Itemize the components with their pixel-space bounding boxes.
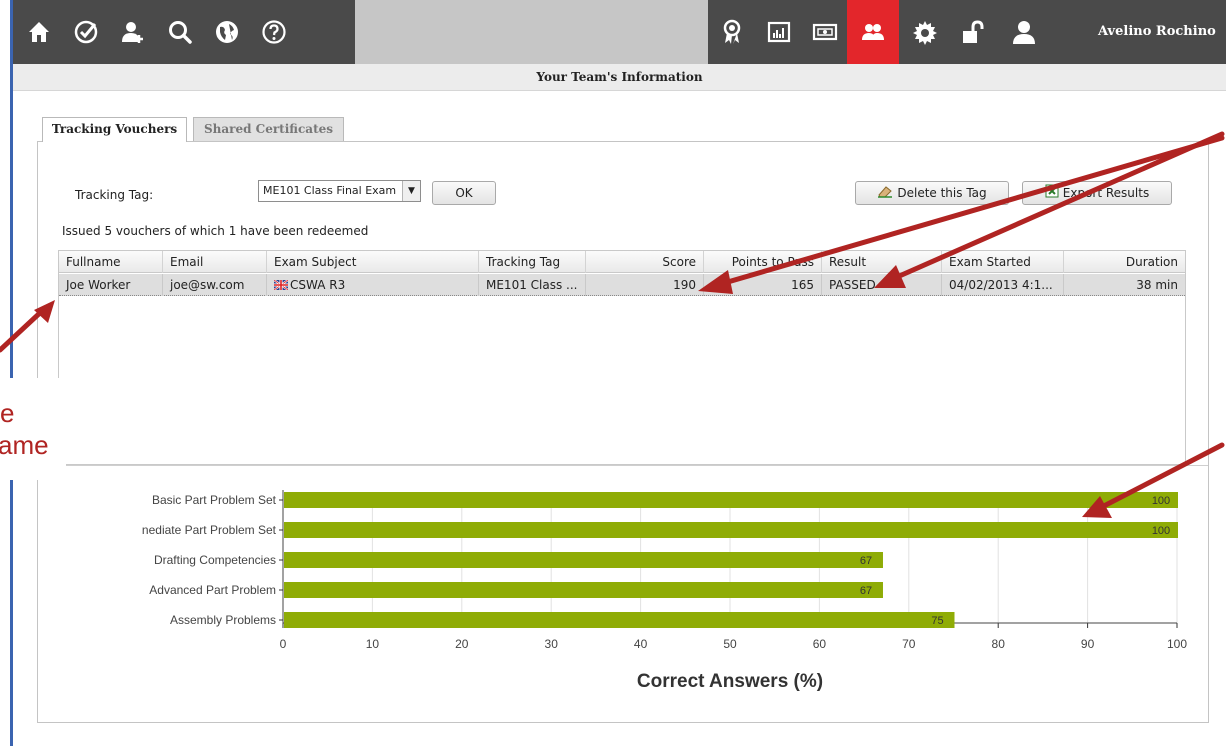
chart-bar-value-label: 100 (1152, 495, 1170, 507)
chart-bar-value-label: 67 (860, 585, 872, 597)
chart-bar (284, 522, 1178, 538)
annotation-line-1: e (0, 398, 15, 428)
annotation-callout: e ame (0, 398, 66, 478)
chart-bar (284, 552, 883, 568)
app-root: Avelino Rochino Your Team's Information … (0, 0, 1226, 746)
chart-x-axis-title: Correct Answers (%) (637, 671, 823, 692)
chart-x-tick-label: 70 (902, 637, 916, 651)
chart-x-tick-label: 90 (1081, 637, 1095, 651)
chart-category-label: nediate Part Problem Set (142, 523, 277, 537)
chart-x-tick-label: 10 (366, 637, 380, 651)
correct-answers-bar-chart: 0 10 20 30 40 50 60 70 80 90 100 100 Basic Part Prob… (142, 490, 1187, 692)
chart-category-label: Advanced Part Problem (149, 583, 276, 597)
chart-x-tick-label: 20 (455, 637, 469, 651)
chart-bar-value-label: 100 (1152, 525, 1170, 537)
chart-x-tick-label: 50 (723, 637, 737, 651)
chart-category-label: Drafting Competencies (154, 553, 276, 567)
chart-x-tick-label: 60 (813, 637, 827, 651)
chart-bar-value-label: 75 (931, 615, 943, 627)
chart-bar-value-label: 67 (860, 555, 872, 567)
chart-bar (284, 492, 1178, 508)
chart-category-label: Assembly Problems (170, 613, 276, 627)
chart-x-tick-label: 30 (545, 637, 559, 651)
tab-tracking-vouchers[interactable]: Tracking Vouchers (42, 117, 187, 142)
chart-category-label: Basic Part Problem Set (152, 493, 277, 507)
chart-bar (284, 612, 955, 628)
chart-x-tick-label: 0 (280, 637, 287, 651)
chart-x-tick-label: 80 (992, 637, 1006, 651)
chart-x-tick-label: 100 (1167, 637, 1187, 651)
chart-x-tick-label: 40 (634, 637, 648, 651)
annotation-line-2: ame (0, 430, 49, 460)
chart-bar (284, 582, 883, 598)
